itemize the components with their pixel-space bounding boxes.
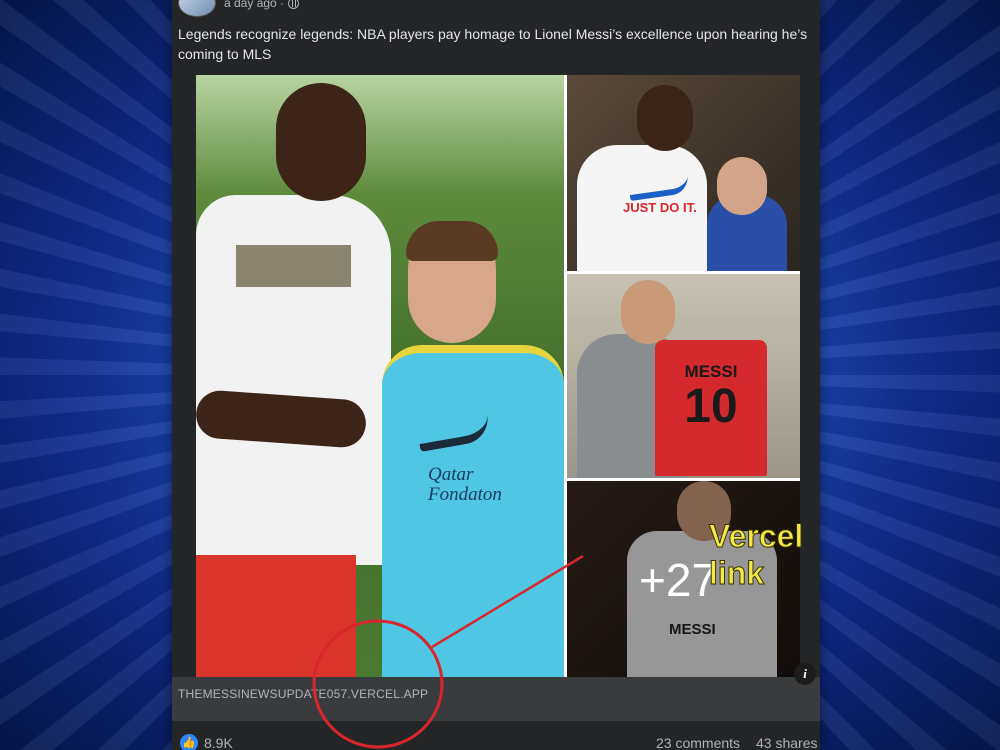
photo-figure-head	[637, 85, 693, 151]
thumbnail-photo-2[interactable]: MESSI 10	[567, 274, 800, 478]
post-header: a day ago ·	[178, 0, 300, 17]
jersey-name: MESSI	[684, 362, 738, 381]
comment-count[interactable]: 23 comments	[656, 735, 740, 750]
post-text: Legends recognize legends: NBA players p…	[178, 26, 808, 62]
photo-figure-head	[621, 280, 675, 344]
like-count[interactable]: 8.9K	[204, 735, 233, 750]
info-icon[interactable]: i	[794, 663, 816, 685]
shirt-text: JUST DO IT.	[623, 200, 697, 215]
annotation-label: Vercel link	[709, 518, 804, 592]
photo-figure-shorts	[196, 555, 356, 677]
link-domain[interactable]: THEMESSINEWSUPDATE057.VERCEL.APP	[178, 687, 428, 701]
vest-text-line2: Fondaton	[428, 484, 502, 505]
post-timestamp[interactable]: a day ago ·	[224, 0, 284, 10]
share-count[interactable]: 43 shares	[756, 735, 817, 750]
photo-figure-hair	[406, 221, 498, 261]
main-photo[interactable]: Qatar Fondaton	[196, 75, 564, 677]
thumbnail-photo-1[interactable]: JUST DO IT.	[567, 75, 800, 271]
vest-text-line1: Qatar	[428, 464, 474, 485]
photo-figure-vest	[382, 345, 564, 677]
jersey-number: 10	[684, 380, 738, 433]
post-stats: 👍 8.9K 23 comments 43 shares	[172, 730, 820, 750]
jersey: MESSI 10	[655, 340, 767, 476]
shirt-logo	[236, 245, 351, 287]
globe-icon	[288, 0, 300, 9]
more-photos-count[interactable]: +27	[639, 553, 717, 607]
thumbs-up-icon[interactable]: 👍	[180, 734, 198, 750]
facebook-post: a day ago · Legends recognize legends: N…	[172, 0, 820, 750]
photo-figure-head	[717, 157, 767, 215]
link-preview-bar[interactable]: i THEMESSINEWSUPDATE057.VERCEL.APP	[172, 663, 820, 721]
avatar[interactable]	[178, 0, 216, 17]
photo-figure-head	[276, 83, 366, 201]
vest-text: Qatar Fondaton	[428, 465, 502, 505]
post-meta: a day ago ·	[224, 0, 300, 10]
